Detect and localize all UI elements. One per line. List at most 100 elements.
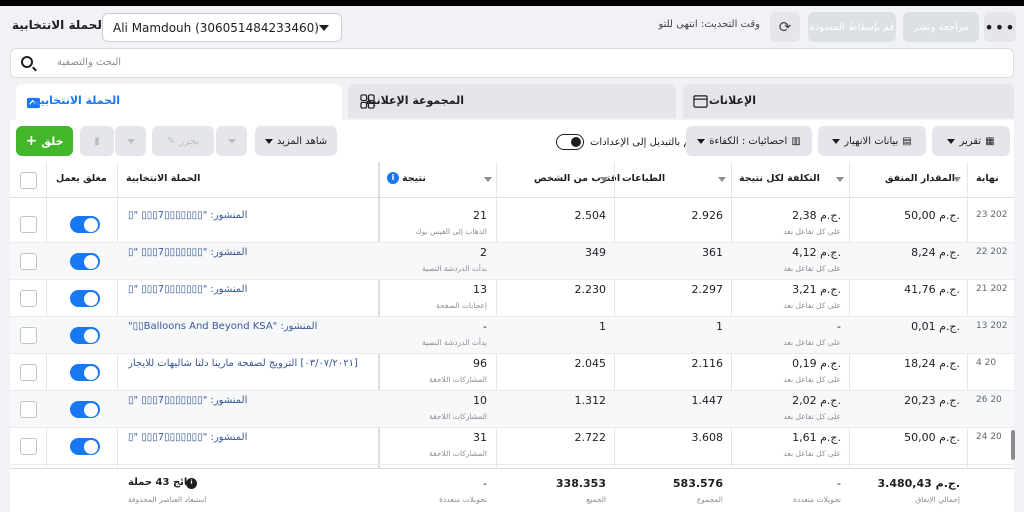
discard-draft-button[interactable]: قم بإسقاط المسودة [808, 12, 896, 42]
edit-menu-button[interactable] [215, 126, 247, 156]
search-placeholder: البحث والتصفية [57, 57, 122, 68]
report-button[interactable]: ▦ تقرير [932, 126, 1010, 156]
table-row[interactable]: [٠٣/٠٧/٢٠٢١] الترويج لصفحة مارينا دلتا ش… [10, 354, 1014, 391]
row-checkbox[interactable] [20, 364, 37, 381]
create-button[interactable]: خلق + [16, 126, 73, 156]
row-checkbox[interactable] [20, 401, 37, 418]
delivery-toggle[interactable] [70, 401, 100, 418]
search-filter-bar[interactable]: البحث والتصفية [10, 48, 1014, 78]
delivery-toggle[interactable] [70, 290, 100, 307]
result-type: المشاركات اللاحقة [429, 375, 487, 384]
delivery-toggle[interactable] [70, 364, 100, 381]
cost-value: - [837, 320, 841, 333]
breakdown-icon: ▤ [902, 135, 912, 147]
campaign-name-link[interactable]: المنشور: "Balloons And Beyond KSA▯▯" [128, 321, 386, 332]
cost-type: على كل تفاعل بعد [783, 227, 841, 236]
reach-value: 2.504 [574, 209, 607, 222]
duplicate-button[interactable]: ▮ [80, 126, 114, 156]
refresh-button[interactable]: ⟳ [770, 12, 800, 42]
review-publish-button[interactable]: مراجعة ونشر [903, 12, 979, 42]
table-row[interactable]: المنشور: "Balloons And Beyond KSA▯▯" - بدأ… [10, 317, 1014, 354]
report-icon: ▦ [985, 135, 995, 147]
account-name: Ali Mamdouh (306051484233460) [113, 20, 319, 35]
info-icon[interactable]: i [387, 172, 399, 184]
settings-switch[interactable]: قم بالتبديل إلى الإعدادات [556, 134, 695, 150]
toolbar: خلق + ▮ يحرر ✎ شاهد المزيد قم بالتبديل إ… [10, 120, 1014, 162]
campaign-name-link[interactable]: المنشور: "▯▯▯▯▯▯▯7▯▯▯ "▯ [128, 210, 386, 221]
sort-icon[interactable] [484, 177, 492, 182]
duplicate-menu-button[interactable] [114, 126, 146, 156]
spent-value: 8,24 ج.م. [911, 246, 960, 259]
cost-type: على كل تفاعل بعد [783, 375, 841, 384]
edit-label: يحرر [179, 135, 199, 147]
delivery-toggle[interactable] [70, 438, 100, 455]
breakdown-button[interactable]: ▤ بيانات الانهيار [818, 126, 926, 156]
stats-label: احصائيات : الكفاءة [709, 135, 788, 147]
col-impressions[interactable]: الطباعات [622, 173, 665, 184]
col-campaign[interactable]: الحملة الانتخابية [126, 173, 200, 184]
table-row[interactable]: المنشور: "▯▯▯▯▯▯▯7▯▯▯ "▯ 2 بدأت الدردشة ال… [10, 243, 1014, 280]
campaign-name-link[interactable]: [٠٣/٠٧/٢٠٢١] الترويج لصفحة مارينا دلتا ش… [128, 358, 386, 369]
delivery-toggle[interactable] [70, 216, 100, 233]
search-icon [21, 56, 33, 68]
stats-button[interactable]: ▥ احصائيات : الكفاءة [686, 126, 812, 156]
tab-ads[interactable]: الإعلانات [683, 84, 1014, 118]
col-cost-per-result[interactable]: التكلفة لكل نتيجة [739, 173, 820, 184]
campaign-name-link[interactable]: المنشور: "▯▯▯▯▯▯▯7▯▯▯ "▯ [128, 395, 386, 406]
scrollbar[interactable] [1011, 430, 1015, 460]
row-checkbox[interactable] [20, 438, 37, 455]
spent-value: 18,24 ج.م. [904, 357, 960, 370]
sort-icon[interactable] [836, 177, 844, 182]
footer-result-sub: تحويلات متعددة [439, 495, 487, 504]
col-off-on[interactable]: مغلق يعمل [56, 173, 107, 184]
impressions-value: 2.926 [691, 209, 724, 222]
more-button[interactable]: ••• [984, 12, 1016, 42]
account-select[interactable]: Ali Mamdouh (306051484233460) [102, 13, 342, 42]
row-checkbox[interactable] [20, 253, 37, 270]
columns-icon: ▥ [791, 135, 801, 147]
sort-icon[interactable] [600, 177, 608, 182]
top-bar: الحملة الانتخابية Ali Mamdouh (306051484… [0, 6, 1024, 48]
edit-button[interactable]: يحرر ✎ [152, 126, 214, 156]
tab-campaign[interactable]: الحملة الانتخابية [16, 84, 342, 120]
campaign-name-link[interactable]: المنشور: "▯▯▯▯▯▯▯7▯▯▯ "▯ [128, 247, 386, 258]
refresh-icon: ⟳ [778, 18, 792, 36]
campaign-table: مغلق يعمل الحملة الانتخابية نتيجة i اقتر… [10, 162, 1014, 512]
impressions-value: 2.297 [691, 283, 724, 296]
table-row[interactable]: المنشور: "▯▯▯▯▯▯▯7▯▯▯ "▯ 21 الذهاب إلى الف… [10, 206, 1014, 243]
end-value: 26 20 [976, 395, 1002, 405]
spent-value: 50,00 ج.م. [904, 431, 960, 444]
spent-value: 0,01 ج.م. [911, 320, 960, 333]
row-checkbox[interactable] [20, 290, 37, 307]
col-amount-spent[interactable]: المقدار المنفق [885, 173, 955, 184]
table-row[interactable]: المنشور: "▯▯▯▯▯▯▯7▯▯▯ "▯ 31 المشاركات اللا… [10, 428, 1014, 465]
chevron-down-icon [264, 138, 273, 144]
tab-adset[interactable]: المجموعة الإعلانية [348, 84, 676, 118]
see-more-button[interactable]: شاهد المزيد [255, 126, 337, 156]
campaign-name-link[interactable]: المنشور: "▯▯▯▯▯▯▯7▯▯▯ "▯ [128, 432, 386, 443]
sort-icon[interactable] [718, 177, 726, 182]
campaign-name-link[interactable]: المنشور: "▯▯▯▯▯▯▯7▯▯▯ "▯ [128, 284, 386, 295]
reach-value: 1.312 [574, 394, 607, 407]
col-end[interactable]: نهاية [976, 173, 999, 184]
row-checkbox[interactable] [20, 327, 37, 344]
copy-icon: ▮ [94, 135, 100, 147]
col-result[interactable]: نتيجة [402, 173, 426, 184]
result-value: 2 [480, 246, 487, 259]
row-checkbox[interactable] [20, 216, 37, 233]
result-value: 13 [473, 283, 487, 296]
delivery-toggle[interactable] [70, 327, 100, 344]
table-row[interactable]: المنشور: "▯▯▯▯▯▯▯7▯▯▯ "▯ 13 إعجابات الصفحة… [10, 280, 1014, 317]
cost-value: 2,02 ج.م. [792, 394, 841, 407]
delivery-toggle[interactable] [70, 253, 100, 270]
ad-icon [693, 95, 708, 108]
settings-toggle[interactable] [556, 134, 584, 150]
table-row[interactable]: المنشور: "▯▯▯▯▯▯▯7▯▯▯ "▯ 10 المشاركات اللا… [10, 391, 1014, 428]
spent-value: 20,23 ج.م. [904, 394, 960, 407]
select-all-checkbox[interactable] [20, 172, 37, 189]
result-value: 96 [473, 357, 487, 370]
end-value: 13 202 [976, 321, 1008, 331]
sort-icon[interactable] [953, 177, 961, 182]
ads-manager-window: الحملة الانتخابية Ali Mamdouh (306051484… [0, 6, 1024, 512]
footer-cost: - [837, 477, 841, 490]
